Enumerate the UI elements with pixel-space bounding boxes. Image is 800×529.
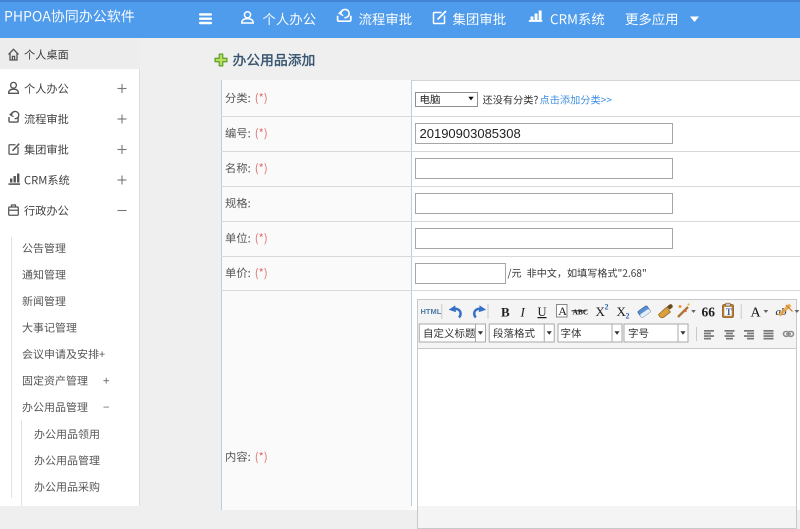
svg-text:B: B — [501, 305, 510, 320]
svg-text:2: 2 — [626, 312, 630, 321]
svg-text:ABC: ABC — [573, 308, 589, 317]
svg-text:66: 66 — [702, 305, 716, 320]
svg-text:A: A — [558, 304, 567, 318]
svg-text:HTML: HTML — [421, 307, 442, 316]
svg-text:2: 2 — [605, 303, 609, 312]
svg-text:A: A — [751, 306, 762, 321]
svg-text:I: I — [520, 305, 526, 320]
svg-text:T: T — [726, 307, 732, 317]
svg-text:U: U — [538, 305, 547, 319]
